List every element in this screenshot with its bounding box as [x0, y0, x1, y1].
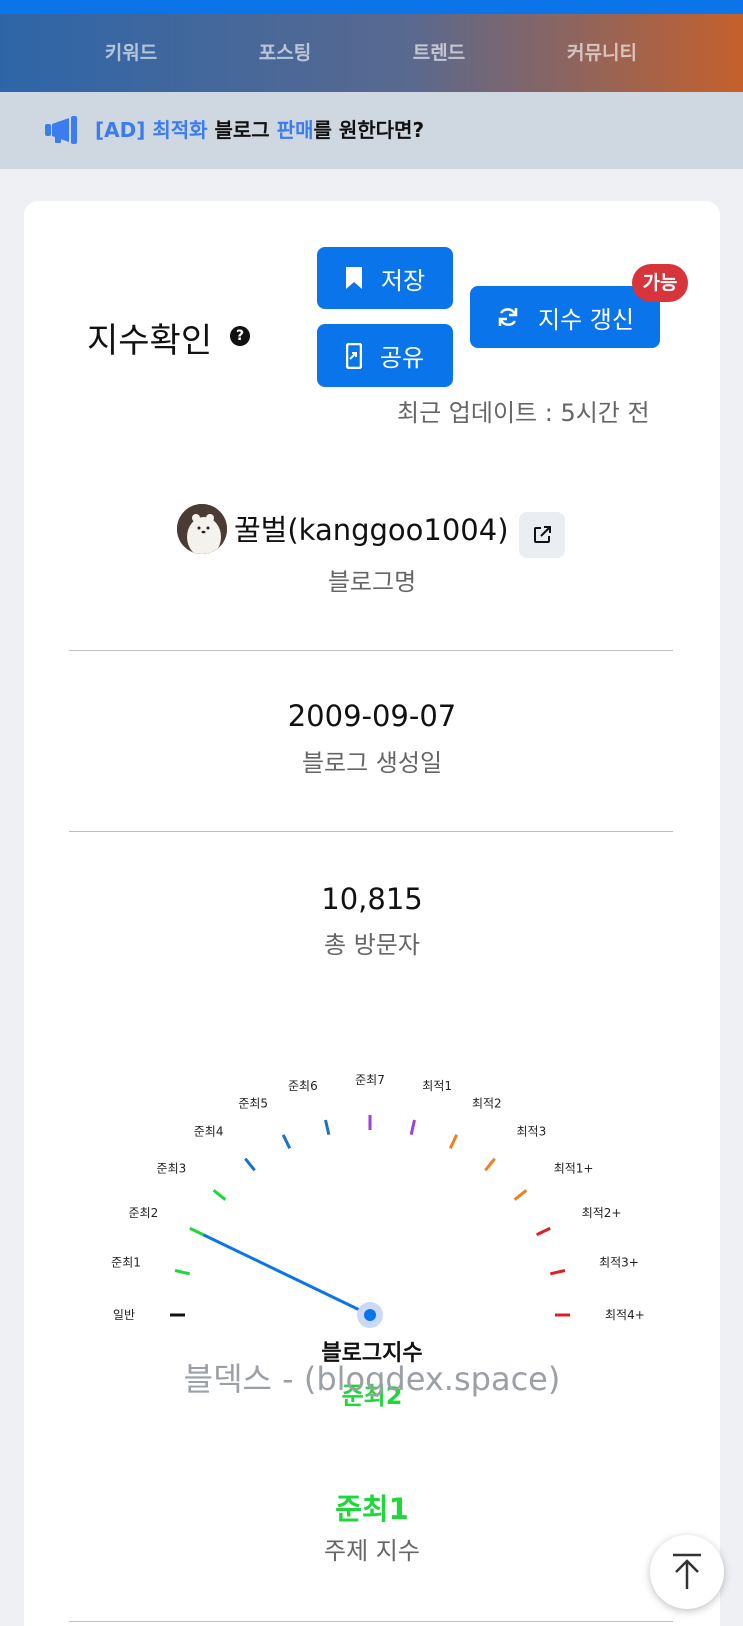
top-navigation: 키워드 포스팅 트렌드 커뮤니티 — [0, 14, 743, 92]
gauge-tick — [281, 1134, 292, 1149]
topic-index-value: 준최1 — [335, 1492, 409, 1526]
scroll-to-top-button[interactable] — [650, 1535, 724, 1609]
help-icon[interactable]: ? — [230, 326, 250, 346]
ad-banner[interactable]: [AD] 최적화 블로그 판매를 원한다면? — [0, 92, 743, 169]
gauge-tick — [513, 1189, 528, 1201]
gauge-level-label: 최적1+ — [554, 1161, 594, 1175]
polar-bear-avatar-image — [177, 504, 227, 554]
ad-text-part1: [AD] 최적화 — [95, 118, 215, 142]
avatar — [177, 504, 227, 554]
index-card: 지수확인 ? 저장 공유 지수 갱신 가능 최근 업데이트 : 5시간 전 꿀벌… — [24, 201, 720, 1626]
last-updated-text: 최근 업데이트 : 5시간 전 — [397, 399, 650, 427]
ad-text-part2: 블로그 — [214, 118, 277, 142]
divider — [69, 650, 673, 651]
open-blog-button[interactable] — [519, 512, 565, 558]
gauge-level-label: 최적1 — [422, 1079, 452, 1093]
blog-name: 꿀벌(kanggoo1004) — [234, 513, 509, 547]
blog-created-date: 2009-09-07 — [287, 699, 457, 733]
gauge-tick — [448, 1134, 459, 1149]
refresh-icon — [498, 308, 518, 326]
total-visitors-label: 총 방문자 — [324, 931, 420, 959]
blog-created-label: 블로그 생성일 — [301, 749, 443, 777]
gauge-tick — [174, 1269, 190, 1276]
gauge-tick — [409, 1119, 416, 1135]
gauge-tick — [536, 1226, 551, 1237]
gauge-tick — [550, 1269, 566, 1276]
nav-item-community[interactable]: 커뮤니티 — [567, 14, 637, 92]
page-title: 지수확인 — [87, 321, 213, 361]
gauge-level-label: 최적3 — [517, 1124, 547, 1138]
gauge-level-label: 준최6 — [288, 1079, 318, 1093]
ad-text: [AD] 최적화 블로그 판매를 원한다면? — [95, 92, 424, 169]
save-button[interactable]: 저장 — [317, 247, 453, 309]
gauge-level-label: 일반 — [113, 1308, 135, 1322]
gauge-level-label: 준최2 — [129, 1206, 159, 1220]
gauge-needle — [202, 1233, 371, 1317]
nav-item-trend[interactable]: 트렌드 — [413, 14, 465, 92]
gauge-level-label: 준최4 — [194, 1124, 224, 1138]
megaphone-icon — [45, 116, 77, 144]
gauge-tick — [324, 1119, 331, 1135]
gauge-level-label: 준최3 — [157, 1161, 187, 1175]
share-phone-icon — [345, 342, 362, 369]
refresh-available-badge: 가능 — [632, 264, 688, 302]
gauge-level-label: 최적4+ — [605, 1308, 645, 1322]
divider — [69, 831, 673, 832]
gauge-level-label: 준최7 — [355, 1073, 385, 1087]
bookmark-icon — [345, 267, 362, 289]
total-visitors: 10,815 — [321, 882, 423, 916]
top-status-strip — [0, 0, 743, 14]
arrow-up-icon — [673, 1553, 701, 1589]
gauge-needle-center — [364, 1309, 376, 1321]
gauge-tick — [244, 1157, 256, 1172]
gauge-tick — [189, 1226, 204, 1237]
share-button[interactable]: 공유 — [317, 324, 453, 387]
external-link-icon — [534, 526, 551, 543]
ad-text-part3: 판매 — [276, 118, 314, 142]
nav-item-posting[interactable]: 포스팅 — [259, 14, 311, 92]
refresh-button-label: 지수 갱신 — [538, 305, 634, 334]
gauge-level-label: 준최1 — [111, 1256, 141, 1270]
refresh-index-button[interactable]: 지수 갱신 — [470, 286, 660, 348]
watermark-text: 블덱스 - (blogdex.space) — [183, 1360, 561, 1398]
gauge-level-label: 준최5 — [238, 1096, 268, 1110]
ad-text-part4: 를 원한다면? — [313, 118, 425, 142]
divider — [69, 1621, 673, 1622]
gauge-tick — [484, 1157, 496, 1172]
topic-index-label: 주제 지수 — [324, 1537, 420, 1565]
save-button-label: 저장 — [380, 266, 426, 295]
blog-name-label: 블로그명 — [327, 568, 417, 596]
nav-item-keyword[interactable]: 키워드 — [105, 14, 157, 92]
gauge-level-label: 최적2+ — [582, 1206, 622, 1220]
gauge-level-label: 최적2 — [472, 1096, 502, 1110]
gauge-tick — [212, 1189, 227, 1201]
share-button-label: 공유 — [379, 344, 425, 372]
gauge-level-label: 최적3+ — [599, 1256, 639, 1270]
